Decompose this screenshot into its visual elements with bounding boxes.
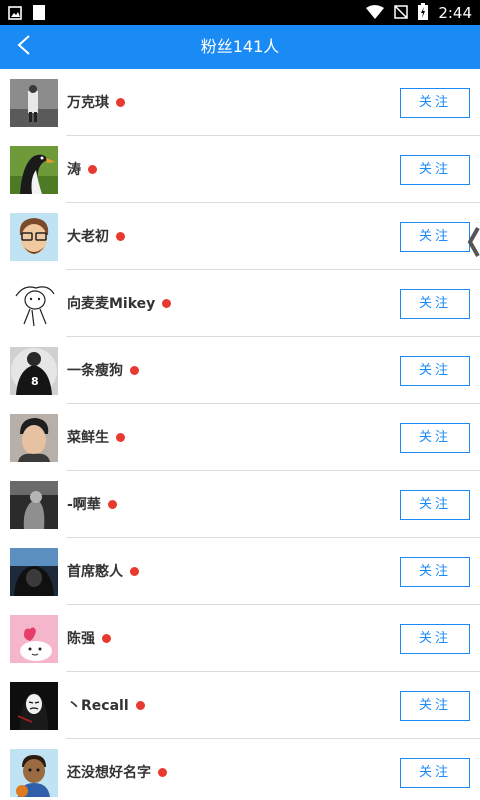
svg-text:8: 8: [31, 375, 39, 388]
name-wrap: 菜鲜生: [67, 427, 125, 447]
list-item[interactable]: -啊華 关注: [0, 471, 480, 538]
list-item[interactable]: 首席憨人 关注: [0, 538, 480, 605]
fan-name: 涛: [67, 162, 81, 178]
follow-button[interactable]: 关注: [400, 88, 470, 118]
online-dot: [107, 499, 117, 509]
fan-name: 首席憨人: [67, 564, 123, 580]
online-dot: [162, 298, 172, 308]
name-wrap: 一条瘦狗: [67, 360, 139, 380]
avatar[interactable]: [10, 615, 58, 663]
fan-name: 一条瘦狗: [67, 363, 123, 379]
follow-button[interactable]: 关注: [400, 423, 470, 453]
fans-list: 万克琪 关注 涛 关注 大老初 关注 向麦麦Mikey 关注 8 一条瘦狗 关注…: [0, 69, 480, 800]
list-item[interactable]: 大老初 关注: [0, 203, 480, 270]
follow-button[interactable]: 关注: [400, 289, 470, 319]
avatar[interactable]: [10, 481, 58, 529]
avatar[interactable]: [10, 749, 58, 797]
list-item[interactable]: 还没想好名字 关注: [0, 739, 480, 800]
follow-button[interactable]: 关注: [400, 691, 470, 721]
wifi-icon: [366, 4, 385, 23]
follow-button[interactable]: 关注: [400, 557, 470, 587]
online-dot: [130, 566, 139, 576]
name-wrap: -啊華: [67, 494, 117, 514]
avatar[interactable]: [10, 280, 58, 328]
no-signal-icon: [394, 4, 409, 23]
list-item[interactable]: 向麦麦Mikey 关注: [0, 270, 480, 337]
fan-name: 向麦麦Mikey: [67, 296, 156, 312]
fan-name: 万克琪: [67, 95, 109, 111]
online-dot: [88, 164, 97, 174]
online-dot: [130, 365, 139, 375]
online-dot: [116, 97, 125, 107]
name-wrap: 万克琪: [67, 92, 125, 112]
fan-name: -啊華: [67, 497, 101, 513]
fan-name: 大老初: [67, 229, 109, 245]
name-wrap: 还没想好名字: [67, 762, 167, 782]
fan-name: 菜鲜生: [67, 430, 109, 446]
page-title: 粉丝141人: [200, 37, 280, 56]
fan-name: 陈强: [67, 631, 95, 647]
avatar[interactable]: [10, 682, 58, 730]
fan-name: 还没想好名字: [67, 765, 151, 781]
name-wrap: 陈强: [67, 628, 111, 648]
image-icon: [8, 5, 22, 24]
avatar[interactable]: [10, 146, 58, 194]
status-bar: 2:44: [0, 0, 480, 25]
online-dot: [102, 633, 111, 643]
online-dot: [158, 767, 167, 777]
list-item[interactable]: 万克琪 关注: [0, 69, 480, 136]
fan-name: 丶Recall: [67, 698, 129, 714]
name-wrap: 向麦麦Mikey: [67, 293, 172, 313]
app-bar: 粉丝141人: [0, 25, 480, 69]
chevron-left-icon: [466, 227, 480, 262]
avatar[interactable]: [10, 213, 58, 261]
edge-drawer-handle[interactable]: [466, 226, 480, 258]
name-wrap: 大老初: [67, 226, 125, 246]
sd-card-icon: [32, 4, 46, 25]
avatar[interactable]: [10, 414, 58, 462]
avatar[interactable]: [10, 79, 58, 127]
battery-charging-icon: [418, 3, 429, 24]
follow-button[interactable]: 关注: [400, 356, 470, 386]
follow-button[interactable]: 关注: [400, 758, 470, 788]
status-right-icons: 2:44: [366, 3, 472, 24]
list-item[interactable]: 陈强 关注: [0, 605, 480, 672]
online-dot: [116, 231, 125, 241]
name-wrap: 首席憨人: [67, 561, 139, 581]
list-item[interactable]: 菜鲜生 关注: [0, 404, 480, 471]
follow-button[interactable]: 关注: [400, 222, 470, 252]
list-item[interactable]: 涛 关注: [0, 136, 480, 203]
avatar[interactable]: 8: [10, 347, 58, 395]
name-wrap: 涛: [67, 159, 97, 179]
online-dot: [116, 432, 125, 442]
list-item[interactable]: 丶Recall 关注: [0, 672, 480, 739]
follow-button[interactable]: 关注: [400, 624, 470, 654]
follow-button[interactable]: 关注: [400, 490, 470, 520]
list-item[interactable]: 8 一条瘦狗 关注: [0, 337, 480, 404]
status-left-icons: [8, 4, 46, 25]
status-clock: 2:44: [438, 4, 472, 22]
online-dot: [135, 700, 145, 710]
name-wrap: 丶Recall: [67, 695, 145, 715]
avatar[interactable]: [10, 548, 58, 596]
follow-button[interactable]: 关注: [400, 155, 470, 185]
